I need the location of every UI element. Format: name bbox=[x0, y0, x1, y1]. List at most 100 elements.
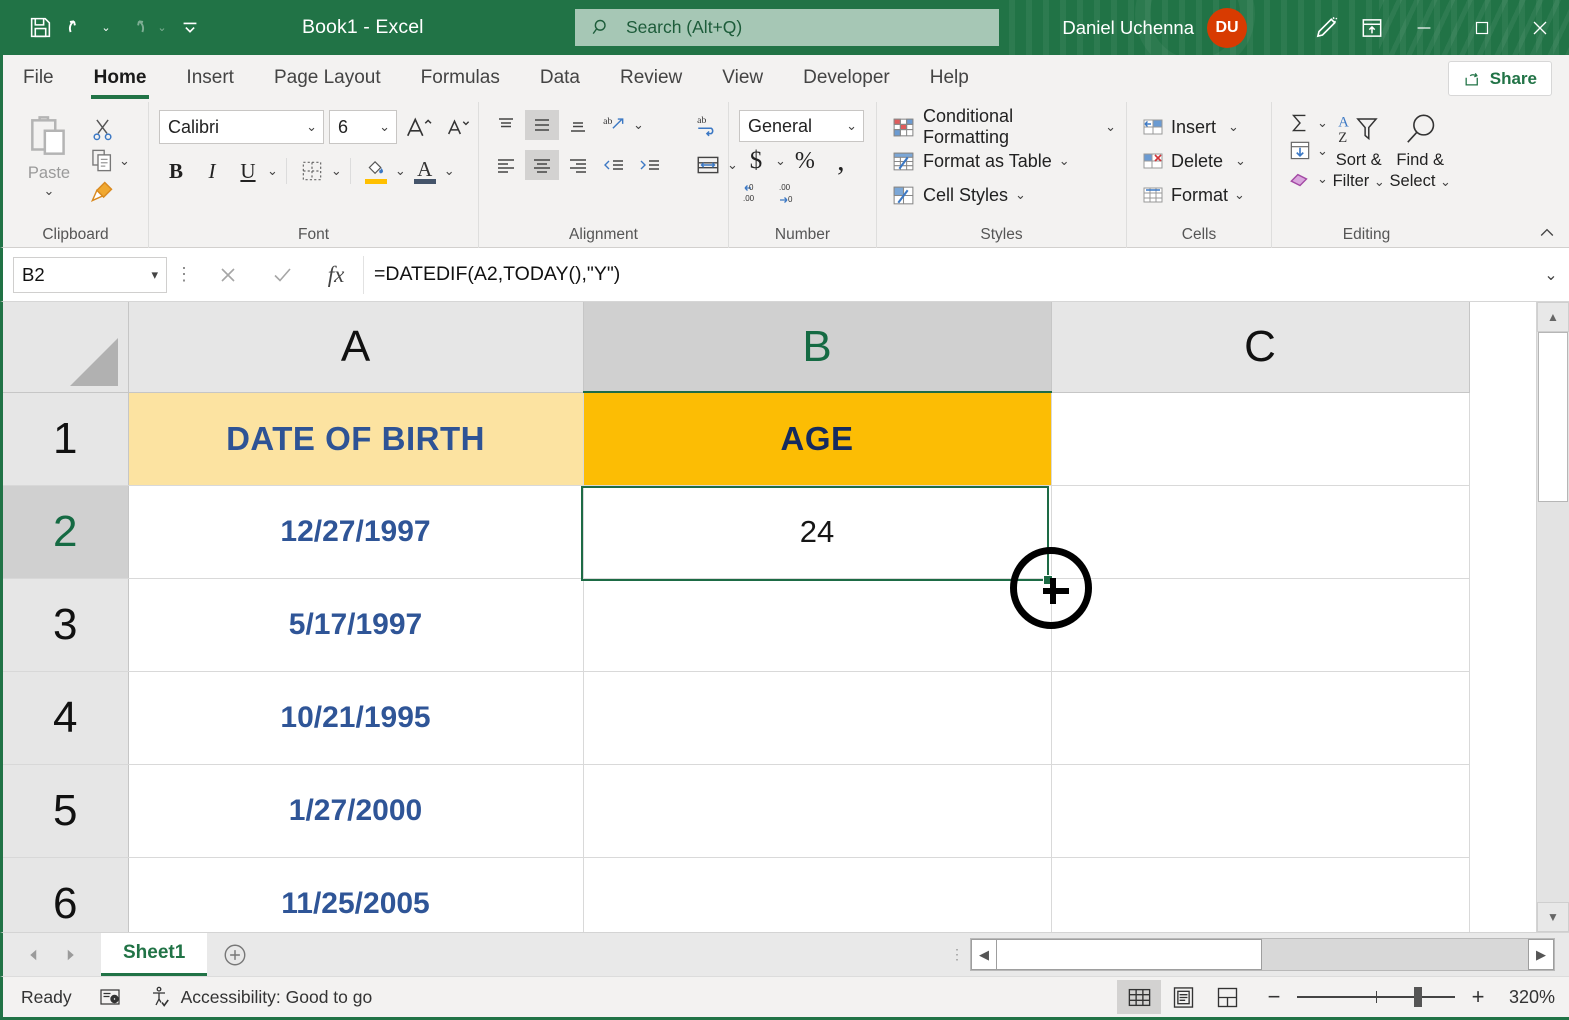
cell-c4[interactable] bbox=[1051, 671, 1469, 764]
select-all-button[interactable] bbox=[3, 302, 128, 392]
find-and-select-button[interactable]: Find & Select ⌄ bbox=[1389, 110, 1451, 192]
tab-help[interactable]: Help bbox=[910, 57, 989, 102]
cell-a5[interactable]: 1/27/2000 bbox=[128, 764, 583, 857]
decrease-font-size-button[interactable] bbox=[441, 110, 475, 144]
insert-dropdown-icon[interactable]: ⌄ bbox=[1228, 119, 1239, 135]
row-header-2[interactable]: 2 bbox=[3, 485, 128, 578]
column-header-a[interactable]: A bbox=[128, 302, 583, 392]
cell-b3[interactable] bbox=[583, 578, 1051, 671]
cell-a6[interactable]: 11/25/2005 bbox=[128, 857, 583, 932]
insert-cells-button[interactable]: Insert ⌄ bbox=[1141, 110, 1239, 144]
macro-recording-button[interactable] bbox=[72, 986, 122, 1008]
tab-review[interactable]: Review bbox=[600, 57, 702, 102]
merge-and-center-button[interactable] bbox=[691, 150, 725, 180]
vertical-scroll-track[interactable] bbox=[1537, 332, 1569, 902]
find-select-dropdown-icon[interactable]: ⌄ bbox=[1440, 174, 1451, 189]
number-format-select[interactable]: General ⌄ bbox=[739, 110, 864, 142]
bold-button[interactable]: B bbox=[159, 154, 193, 188]
number-format-chevron-down-icon[interactable]: ⌄ bbox=[846, 118, 857, 134]
format-as-table-dropdown-icon[interactable]: ⌄ bbox=[1059, 153, 1070, 169]
cut-button[interactable] bbox=[89, 116, 130, 143]
normal-view-button[interactable] bbox=[1117, 980, 1161, 1014]
format-painter-button[interactable] bbox=[89, 178, 130, 205]
tab-developer[interactable]: Developer bbox=[783, 57, 910, 102]
autosum-dropdown-icon[interactable]: ⌄ bbox=[1317, 115, 1328, 131]
paste-dropdown-icon[interactable]: ⌄ bbox=[44, 183, 55, 199]
cancel-formula-button[interactable] bbox=[201, 256, 255, 294]
row-header-5[interactable]: 5 bbox=[3, 764, 128, 857]
cell-a3[interactable]: 5/17/1997 bbox=[128, 578, 583, 671]
cell-c2[interactable] bbox=[1051, 485, 1469, 578]
row-header-1[interactable]: 1 bbox=[3, 392, 128, 485]
accessibility-checker-button[interactable]: Accessibility: Good to go bbox=[122, 985, 373, 1009]
undo-dropdown-icon[interactable]: ⌄ bbox=[98, 11, 114, 45]
cell-b6[interactable] bbox=[583, 857, 1051, 932]
page-break-preview-button[interactable] bbox=[1205, 980, 1249, 1014]
sort-filter-dropdown-icon[interactable]: ⌄ bbox=[1374, 174, 1385, 189]
increase-font-size-button[interactable] bbox=[402, 110, 436, 144]
sort-and-filter-button[interactable]: A Z Sort & Filter ⌄ bbox=[1328, 110, 1390, 192]
paste-button[interactable]: Paste ⌄ bbox=[13, 112, 85, 205]
italic-button[interactable]: I bbox=[195, 154, 229, 188]
scroll-right-button[interactable]: ▶ bbox=[1528, 939, 1554, 970]
cell-styles-dropdown-icon[interactable]: ⌄ bbox=[1015, 187, 1026, 203]
horizontal-scroll-thumb[interactable] bbox=[997, 939, 1262, 970]
expand-formula-bar-icon[interactable]: ⌄ bbox=[1533, 265, 1569, 285]
tab-insert[interactable]: Insert bbox=[166, 57, 254, 102]
row-header-3[interactable]: 3 bbox=[3, 578, 128, 671]
maximize-button[interactable] bbox=[1453, 0, 1511, 55]
cell-a1[interactable]: DATE OF BIRTH bbox=[128, 392, 583, 485]
orientation-button[interactable]: ab bbox=[597, 110, 631, 140]
decrease-decimal-button[interactable]: .00 0 bbox=[775, 178, 809, 208]
zoom-slider-thumb[interactable] bbox=[1414, 987, 1422, 1007]
row-header-4[interactable]: 4 bbox=[3, 671, 128, 764]
previous-sheet-icon[interactable] bbox=[25, 946, 43, 964]
close-button[interactable] bbox=[1511, 0, 1569, 55]
zoom-slider[interactable] bbox=[1297, 996, 1455, 998]
percent-style-button[interactable]: % bbox=[788, 146, 822, 176]
cell-b2[interactable]: 24 bbox=[583, 485, 1051, 578]
cell-c5[interactable] bbox=[1051, 764, 1469, 857]
copy-button[interactable]: ⌄ bbox=[89, 147, 130, 174]
increase-indent-button[interactable] bbox=[633, 150, 667, 180]
top-align-button[interactable] bbox=[489, 110, 523, 140]
name-box[interactable]: B2 ▾ bbox=[13, 257, 167, 293]
save-button[interactable] bbox=[22, 11, 58, 45]
decrease-indent-button[interactable] bbox=[597, 150, 631, 180]
clear-button[interactable]: ⌄ bbox=[1286, 166, 1328, 192]
clear-dropdown-icon[interactable]: ⌄ bbox=[1317, 171, 1328, 187]
tab-formulas[interactable]: Formulas bbox=[401, 57, 520, 102]
wrap-text-button[interactable]: ab bbox=[691, 110, 725, 140]
formula-input[interactable]: =DATEDIF(A2,TODAY(),"Y") bbox=[363, 256, 1533, 294]
worksheet-grid[interactable]: A B C 1 DATE OF BIRTH AGE 2 12/27/1997 2… bbox=[3, 302, 1536, 932]
horizontal-scrollbar[interactable]: ◀ ▶ bbox=[970, 938, 1555, 971]
vertical-scrollbar[interactable]: ▲ ▼ bbox=[1536, 302, 1569, 932]
cell-b1[interactable]: AGE bbox=[583, 392, 1051, 485]
conditional-formatting-button[interactable]: Conditional Formatting ⌄ bbox=[891, 110, 1116, 144]
tab-home[interactable]: Home bbox=[74, 57, 167, 102]
underline-dropdown-icon[interactable]: ⌄ bbox=[267, 163, 278, 179]
font-size-input[interactable]: 6 ⌄ bbox=[329, 110, 397, 144]
enter-formula-button[interactable] bbox=[255, 256, 309, 294]
conditional-formatting-dropdown-icon[interactable]: ⌄ bbox=[1105, 119, 1116, 135]
zoom-percentage[interactable]: 320% bbox=[1503, 987, 1569, 1008]
sheet-tab-sheet1[interactable]: Sheet1 bbox=[101, 933, 207, 976]
cell-b4[interactable] bbox=[583, 671, 1051, 764]
align-left-button[interactable] bbox=[489, 150, 523, 180]
bottom-align-button[interactable] bbox=[561, 110, 595, 140]
font-name-chevron-down-icon[interactable]: ⌄ bbox=[306, 119, 317, 135]
column-header-c[interactable]: C bbox=[1051, 302, 1469, 392]
borders-dropdown-icon[interactable]: ⌄ bbox=[331, 163, 342, 179]
scroll-up-button[interactable]: ▲ bbox=[1537, 302, 1569, 332]
redo-button[interactable] bbox=[116, 11, 152, 45]
share-button[interactable]: Share bbox=[1448, 61, 1552, 96]
page-layout-view-button[interactable] bbox=[1161, 980, 1205, 1014]
autosum-button[interactable]: ⌄ bbox=[1286, 110, 1328, 136]
accounting-format-button[interactable]: $ bbox=[739, 146, 773, 176]
zoom-out-button[interactable]: − bbox=[1265, 984, 1283, 1010]
ribbon-display-options-icon[interactable] bbox=[1349, 0, 1395, 55]
add-sheet-button[interactable] bbox=[207, 933, 263, 976]
fill-handle[interactable] bbox=[1043, 575, 1053, 585]
format-as-table-button[interactable]: Format as Table ⌄ bbox=[891, 144, 1070, 178]
font-size-chevron-down-icon[interactable]: ⌄ bbox=[379, 119, 390, 135]
